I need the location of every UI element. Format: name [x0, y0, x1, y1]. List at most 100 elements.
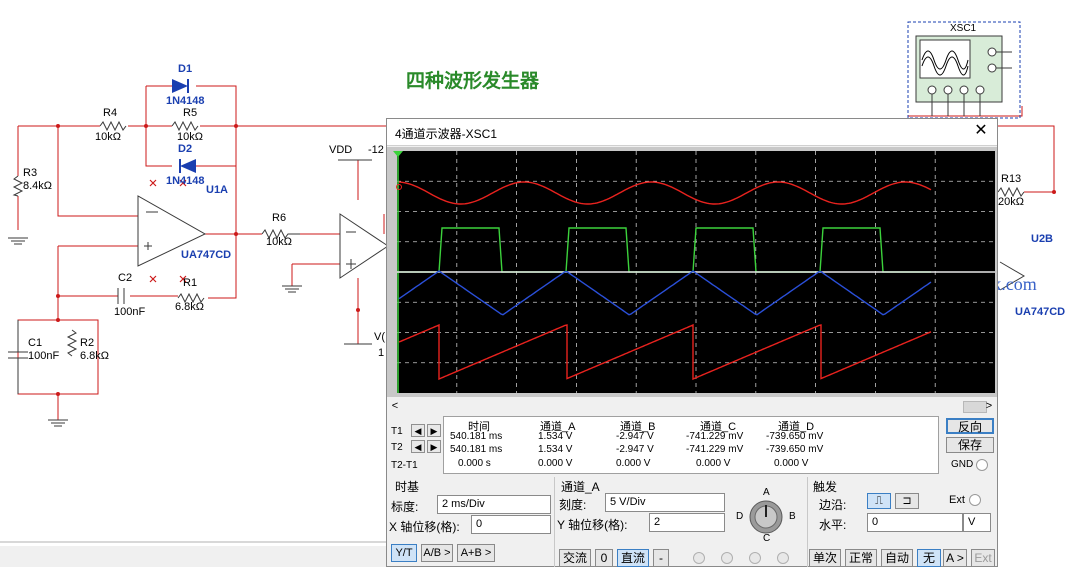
r13-label: R13 [1001, 173, 1022, 185]
t1-d: -739.650 mV [766, 431, 824, 442]
r2-label: R2 [80, 337, 95, 349]
r6-label: R6 [272, 212, 287, 224]
divider [807, 477, 808, 567]
horizontal-scrollbar[interactable]: < > [389, 399, 995, 413]
level-label: 水平: [819, 518, 847, 532]
yt-mode-button[interactable]: Y/T [391, 544, 417, 562]
c1-value: 100nF [28, 350, 60, 362]
timebase-title: 时基 [395, 480, 420, 494]
channel-selector-knob[interactable] [748, 499, 784, 535]
r3-value: 8.4kΩ [23, 180, 53, 192]
t1-c: -741.229 mV [686, 431, 744, 442]
scope-display [387, 147, 997, 397]
t2-left-button[interactable]: ◀ [411, 440, 425, 453]
oscilloscope-window: 4通道示波器-XSC1 ✕ < > T1 ◀ ▶ T2 ◀ ▶ T2-T1 时间… [386, 118, 998, 567]
t2t1-label: T2-T1 [391, 460, 418, 471]
window-title: 4通道示波器-XSC1 [395, 127, 498, 141]
t2-right-button[interactable]: ▶ [427, 440, 441, 453]
channel-radio-3[interactable] [749, 552, 761, 564]
gnd-radio[interactable] [976, 459, 988, 471]
r1-value: 6.8kΩ [175, 301, 205, 313]
dt-c: 0.000 V [696, 458, 731, 469]
y-offset-field[interactable]: 2 [649, 513, 725, 532]
falling-edge-icon[interactable]: ⊐ [895, 493, 919, 509]
dt-d: 0.000 V [774, 458, 809, 469]
gnd-label: GND [951, 459, 974, 470]
cursor-panel: T1 ◀ ▶ T2 ◀ ▶ T2-T1 时间 通道_A 通道_B 通道_C 通道… [389, 416, 939, 474]
t1-left-button[interactable]: ◀ [411, 424, 425, 437]
zero-coupling-button[interactable]: 0 [595, 549, 613, 567]
vdd-label: VDD [329, 144, 353, 156]
scroll-left-icon[interactable]: < [389, 399, 401, 413]
u1a-model: UA747CD [181, 249, 232, 261]
dt-time: 0.000 s [458, 458, 491, 469]
ac-coupling-button[interactable]: 交流 [559, 549, 591, 567]
scroll-right-icon[interactable]: > [983, 399, 995, 413]
channel-scale-field[interactable]: 5 V/Div [605, 493, 725, 512]
t1-label: T1 [391, 426, 403, 437]
trigger-title: 触发 [813, 480, 838, 494]
knob-label-b: B [789, 511, 796, 522]
dt-a: 0.000 V [538, 458, 573, 469]
t1-a: 1.534 V [538, 431, 573, 442]
c2-value: 100nF [114, 306, 146, 318]
r5-label: R5 [183, 107, 198, 119]
dc-coupling-button[interactable]: 直流 [617, 549, 649, 567]
u2b-label: U2B [1031, 233, 1054, 245]
t2-b: -2.947 V [616, 444, 654, 455]
r6-value: 10kΩ [266, 236, 292, 248]
timebase-scale-field[interactable]: 2 ms/Div [437, 495, 551, 514]
channel-radio-1[interactable] [693, 552, 705, 564]
save-button[interactable]: 保存 [946, 437, 994, 453]
xsc1-label: XSC1 [950, 23, 977, 34]
vcc-label: V( [374, 331, 385, 343]
ab-mode-button[interactable]: A/B > [421, 544, 453, 562]
x-offset-field[interactable]: 0 [471, 515, 551, 534]
edge-label: 边沿: [819, 498, 847, 512]
y-offset-label: Y 轴位移(格): [557, 518, 628, 532]
rising-edge-icon[interactable]: ⎍ [867, 493, 891, 509]
t1-b: -2.947 V [616, 431, 654, 442]
ext-radio[interactable] [969, 494, 981, 506]
t2-label: T2 [391, 442, 403, 453]
circuit-title: 四种波形发生器 [406, 70, 540, 92]
u2b-model: UA747CD [1015, 306, 1066, 318]
close-button[interactable]: ✕ [971, 121, 991, 141]
channel-radio-4[interactable] [777, 552, 789, 564]
r5-value: 10kΩ [177, 131, 203, 143]
a-trigger-source-button[interactable]: A > [943, 549, 967, 567]
channel-title: 通道_A [561, 480, 600, 494]
normal-trigger-button[interactable]: 正常 [845, 549, 877, 567]
ext-trigger-source-button[interactable]: Ext [971, 549, 995, 567]
r2-value: 6.8kΩ [80, 350, 110, 362]
c1-label: C1 [28, 337, 43, 349]
auto-trigger-button[interactable]: 自动 [881, 549, 913, 567]
level-field[interactable]: 0 [867, 513, 963, 532]
ext-label: Ext [949, 494, 965, 506]
cursor-readout-table: 时间 通道_A 通道_B 通道_C 通道_D 540.181 ms 1.534 … [443, 416, 939, 474]
reverse-button[interactable]: 反向 [946, 418, 994, 434]
waveform-plot [393, 151, 995, 393]
vdd-value: -12 [368, 144, 384, 156]
aplusb-mode-button[interactable]: A+B > [457, 544, 495, 562]
d2-label: D2 [178, 143, 193, 155]
window-titlebar[interactable]: 4通道示波器-XSC1 ✕ [387, 119, 997, 146]
divider [554, 477, 555, 567]
minus-button[interactable]: - [653, 549, 669, 567]
t2-a: 1.534 V [538, 444, 573, 455]
r4-label: R4 [103, 107, 118, 119]
x-offset-label: X 轴位移(格): [389, 520, 460, 534]
t1-time: 540.181 ms [450, 431, 503, 442]
none-trigger-button[interactable]: 无 [917, 549, 941, 567]
r4-value: 10kΩ [95, 131, 121, 143]
channel-radio-2[interactable] [721, 552, 733, 564]
knob-label-d: D [736, 511, 744, 522]
c2-label: C2 [118, 272, 133, 284]
r13-value: 20kΩ [998, 196, 1024, 208]
t2-c: -741.229 mV [686, 444, 744, 455]
single-trigger-button[interactable]: 单次 [809, 549, 841, 567]
u1a-label: U1A [206, 184, 229, 196]
t1-right-button[interactable]: ▶ [427, 424, 441, 437]
level-unit-select[interactable]: V [963, 513, 991, 532]
d2-model: 1N4148 [166, 175, 205, 187]
